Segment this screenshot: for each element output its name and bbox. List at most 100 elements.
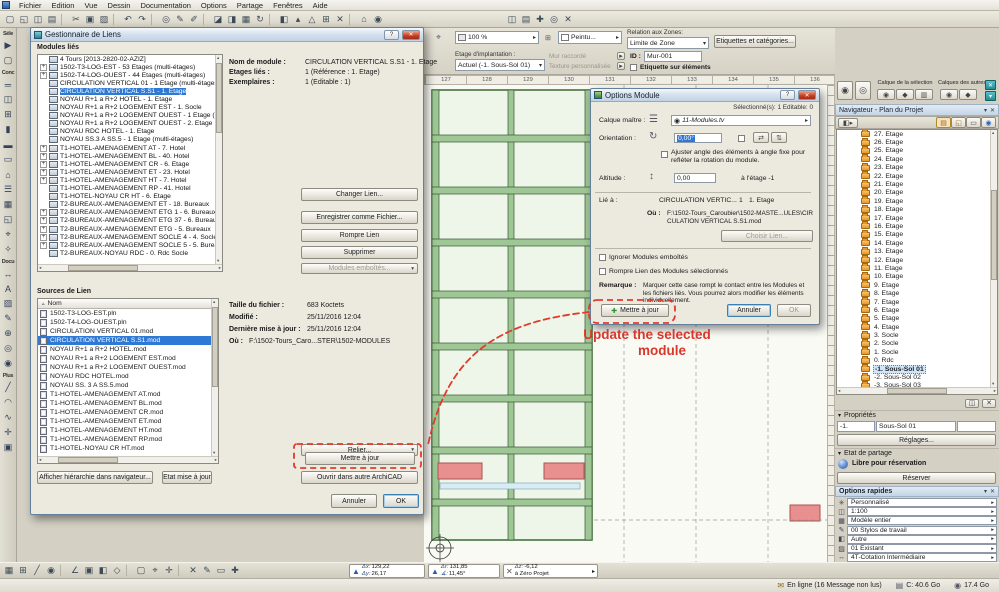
story-item[interactable]: 2. Socle: [837, 338, 997, 348]
module-tree-item[interactable]: T1-HOTEL-AMENAGEMENT AT - 7. Hotel: [38, 144, 222, 152]
zoom-select[interactable]: 100 % ▸: [455, 31, 539, 44]
module-tree-item[interactable]: T2-BUREAUX-AMENAGEMENT ET - 18. Bureaux: [38, 201, 222, 209]
zone-tool-icon[interactable]: ◱: [1, 212, 16, 227]
story-item[interactable]: 3. Socle: [837, 330, 997, 339]
quick-option-row[interactable]: ◫ 1:100: [835, 507, 999, 517]
close-panel-icon[interactable]: ✕: [982, 398, 996, 408]
horizontal-scrollbar[interactable]: [38, 456, 218, 463]
add-coordinate-icon[interactable]: ✚: [228, 564, 242, 577]
door-tool-icon[interactable]: ◫: [1, 92, 16, 107]
publisher-icon[interactable]: ◉: [981, 117, 996, 128]
redo-icon[interactable]: ↷: [135, 13, 149, 26]
section-tool-icon[interactable]: ⊕: [1, 326, 16, 341]
rotate-view-icon[interactable]: ↻: [253, 13, 267, 26]
column-tool-icon[interactable]: ▮: [1, 122, 16, 137]
object-tool-icon[interactable]: ⌖: [1, 227, 16, 242]
element-snap-icon[interactable]: ✛: [162, 564, 176, 577]
figure-tool-icon[interactable]: ▣: [1, 440, 16, 455]
selection-layer-solo-icon[interactable]: ▥: [915, 89, 933, 100]
texture-expand-icon[interactable]: ▸: [617, 62, 625, 70]
guide-lines-icon[interactable]: ╱: [30, 564, 44, 577]
vertical-scrollbar[interactable]: [215, 55, 222, 264]
story-item[interactable]: 15. Etage: [837, 229, 997, 239]
source-item[interactable]: NOYAU RDC HOTEL.mod: [38, 372, 218, 381]
show-hierarchy-button[interactable]: Afficher hiérarchie dans navigateur...: [37, 471, 153, 484]
quick-option-row[interactable]: ▨ 01 Existant: [835, 544, 999, 554]
story-item[interactable]: 7. Etage: [837, 297, 997, 306]
story-up-icon[interactable]: ▴: [291, 13, 305, 26]
story-item[interactable]: 13. Etage: [837, 246, 997, 255]
project-map-icon[interactable]: ▤: [936, 117, 951, 128]
expand-icon[interactable]: [40, 233, 47, 241]
update-button[interactable]: Mettre à jour: [305, 452, 415, 465]
expand-icon[interactable]: [40, 176, 47, 184]
story-item[interactable]: 9. Etage: [837, 280, 997, 289]
quit-view-icon[interactable]: ✕: [561, 13, 575, 26]
close-icon[interactable]: ✕: [990, 488, 995, 495]
source-item[interactable]: T1-HOTEL-AMENAGEMENT RP.mod: [38, 435, 218, 444]
update-status-button[interactable]: Etat mise à jour: [162, 471, 212, 484]
marquee-tool-icon[interactable]: ▢: [1, 53, 16, 68]
module-tree-item[interactable]: NOYAU R+1 a R+2 LOGEMENT OUEST - 2. Etag…: [38, 120, 222, 128]
properties-header[interactable]: ▾ Propriétés: [835, 410, 999, 420]
publish-icon[interactable]: ▤: [519, 13, 533, 26]
story-item[interactable]: 4. Etage: [837, 322, 997, 331]
module-tree-item[interactable]: T1-HOTEL-AMENAGEMENT RP - 41. Hotel: [38, 185, 222, 193]
module-tree-item[interactable]: NOYAU R+1 a R+2 LOGEMENT OUEST - 1 Etage…: [38, 112, 222, 120]
module-tree-item[interactable]: T2-BUREAUX-AMENAGEMENT ETG 1 - 6. Bureau…: [38, 209, 222, 217]
other-layers-show-icon[interactable]: ◉: [940, 89, 958, 100]
arrow-tool-icon[interactable]: ▶: [1, 38, 16, 53]
project-chooser-icon[interactable]: ◧▸: [838, 117, 858, 128]
camera-icon[interactable]: ◉: [371, 13, 385, 26]
module-tree-item[interactable]: 1502-T4-LOG-OUEST - 44 Etages (multi-éta…: [38, 71, 222, 79]
expand-icon[interactable]: [40, 168, 47, 176]
module-tree-item[interactable]: NOYAU RDC HOTEL - 1. Etage: [38, 128, 222, 136]
expand-icon[interactable]: [40, 241, 47, 249]
dimension-tool-icon[interactable]: ↔: [1, 266, 16, 281]
stair-tool-icon[interactable]: ☰: [1, 182, 16, 197]
group-toggle-icon[interactable]: ▣: [82, 564, 96, 577]
master-layer-select[interactable]: ◉ 11-Modules.tv ▸: [671, 115, 811, 126]
source-item[interactable]: 1502-T3-LOG-EST.pln: [38, 309, 218, 318]
story-item[interactable]: 23. Etage: [837, 162, 997, 172]
orientation-checkbox[interactable]: [738, 135, 745, 142]
menu-item[interactable]: Documentation: [135, 1, 195, 10]
arc-tool-icon[interactable]: ◠: [1, 395, 16, 410]
quick-option-row[interactable]: ↔ 4T-Cotation Intermédiaire: [835, 553, 999, 563]
suspend-groups-icon[interactable]: ◇: [110, 564, 124, 577]
schedule-icon[interactable]: ⊞: [319, 13, 333, 26]
cut-icon[interactable]: ✂: [69, 13, 83, 26]
quick-option-row[interactable]: ✎ 00 Stylos de travail: [835, 525, 999, 535]
save-icon[interactable]: ◫: [31, 13, 45, 26]
story-item[interactable]: 17. Etage: [837, 213, 997, 222]
paste-icon[interactable]: ▨: [97, 13, 111, 26]
module-tree-item[interactable]: 1502-T3-LOG-EST - 53 Etages (multi-étage…: [38, 63, 222, 71]
story-item[interactable]: 27. Etage: [837, 130, 997, 138]
source-item[interactable]: T1-HOTEL-AMENAGEMENT AT.mod: [38, 390, 218, 399]
update-module-button[interactable]: ✚ Mettre à jour: [601, 304, 669, 317]
module-tree-item[interactable]: T1-HOTEL-AMENAGEMENT CR - 6. Etage: [38, 160, 222, 168]
source-item[interactable]: T1-HOTEL-AMENAGEMENT HT.mod: [38, 426, 218, 435]
lamp-tool-icon[interactable]: ✧: [1, 242, 16, 257]
close-icon[interactable]: ✕: [798, 90, 816, 100]
quick-option-row[interactable]: ◧ Autre: [835, 534, 999, 544]
menu-item[interactable]: Fichier: [14, 1, 47, 10]
orientation-field[interactable]: 0,00°: [674, 133, 722, 143]
pin-panel-icon[interactable]: ◫: [965, 398, 979, 408]
grid-rotate-icon[interactable]: ▭: [214, 564, 228, 577]
story-item[interactable]: 8. Etage: [837, 288, 997, 297]
home-story-select[interactable]: Actuel (-1. Sous-Sol 01) ▾: [455, 59, 545, 71]
linked-modules-list[interactable]: 4 Tours [2013-2820-02-AZIZ] 1502-T3-LOG-…: [37, 54, 223, 272]
other-layers-lock-icon[interactable]: ◆: [959, 89, 977, 100]
copy-icon[interactable]: ▣: [83, 13, 97, 26]
menu-item[interactable]: Edition: [47, 1, 80, 10]
source-item[interactable]: NOYAU R+1 a R+2 LOGEMENT EST.mod: [38, 354, 218, 363]
module-tree-item[interactable]: CIRCULATION VERTICAL 01 - 1 Etage (multi…: [38, 79, 222, 87]
tags-categories-button[interactable]: Etiquettes et catégories...: [714, 35, 796, 48]
view-map-icon[interactable]: ◱: [951, 117, 966, 128]
beam-tool-icon[interactable]: ▬: [1, 137, 16, 152]
cancel-button[interactable]: Annuler: [331, 494, 377, 508]
module-tree-item[interactable]: NOYAU R+1 a R+2 HOTEL - 1. Etage: [38, 95, 222, 104]
open-other-archicad-button[interactable]: Ouvrir dans autre ArchiCAD: [301, 471, 418, 484]
open-file-icon[interactable]: ◱: [17, 13, 31, 26]
